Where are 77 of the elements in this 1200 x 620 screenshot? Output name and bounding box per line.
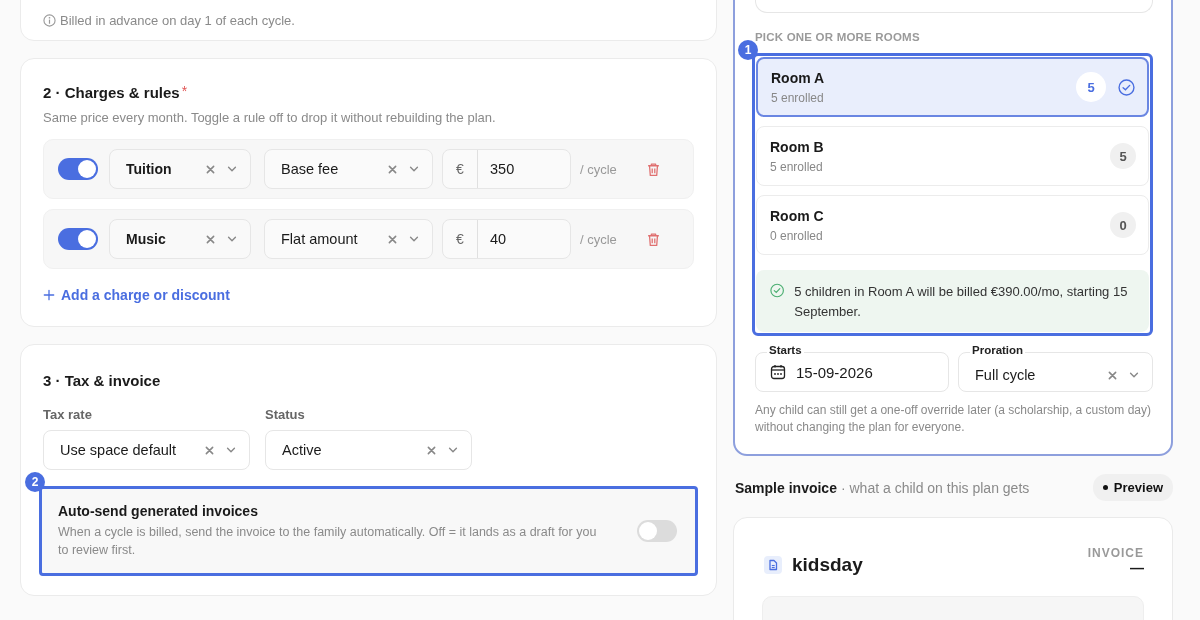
currency-label: € [443,150,478,188]
count-badge: 5 [1110,143,1136,169]
method-select[interactable]: Base fee [264,149,433,189]
date-value: 15-09-2026 [796,363,873,381]
unit-label: / cycle [580,161,617,177]
help-text: Any child can still get a one-off override later (a scholarship, a custom day) without changing the plan for everyone. [755,402,1152,436]
field-label: Tax rate [43,407,93,422]
summary-text: 5 children in Room A will be billed €390.00/mo, starting 15 September. [794,283,1129,321]
charge-select[interactable]: Tuition [109,149,251,189]
enrolled-count: 5 enrolled [770,159,824,174]
field-label: Starts [767,344,804,356]
section-title: Sample invoice [735,479,837,496]
delete-button[interactable] [646,231,661,247]
toggle-switch[interactable] [637,520,677,542]
amount-field[interactable]: € 350 [442,149,571,189]
enrolled-count: 5 enrolled [771,90,825,105]
section-title: 3 · Tax & invoice [43,371,162,391]
dropdown[interactable]: Active [265,430,472,470]
invoice-number: — [1129,560,1144,576]
plus-icon [43,289,55,301]
select-value: Active [282,442,323,458]
count-badge: 5 [1076,72,1106,102]
clear-icon[interactable] [426,444,437,456]
room-name: Room B [770,138,825,155]
toggle-switch[interactable] [58,228,98,250]
clear-icon[interactable] [205,163,216,175]
preview-button[interactable]: Preview [1092,474,1173,501]
check-circle-icon [1118,78,1135,96]
section-description: Same price every month. Toggle a rule off to drop it without rebuilding the plan. [43,110,497,125]
setting-title: Auto-send generated invoices [58,503,259,519]
charge-select[interactable]: Music [109,219,251,259]
select-value: Use space default [60,442,178,458]
room-name: Room A [771,69,826,86]
unit-label: / cycle [580,231,617,247]
section-subtitle: · what a child on this plan gets [840,479,1030,496]
amount-value: 350 [489,160,516,179]
section-title: 2 · Charges & rules [43,83,180,103]
calendar-icon [770,364,786,380]
room-option[interactable]: Room A 5 enrolled 5 [756,57,1149,117]
step-badge: 1 [738,40,758,60]
select-value: Base fee [281,161,340,177]
invoice-label: INVOICE [1087,546,1144,560]
select-value: Flat amount [281,231,359,247]
clear-icon[interactable] [1107,369,1118,381]
field-label: Status [265,407,306,422]
enrolled-count: 0 enrolled [770,228,824,243]
clear-icon[interactable] [387,163,398,175]
clear-icon[interactable] [387,233,398,245]
field-label: Proration [970,344,1026,356]
count-badge: 0 [1110,212,1136,238]
section-label: PICK ONE OR MORE ROOMS [755,31,921,43]
room-option[interactable]: Room B 5 enrolled 5 [756,126,1149,186]
required-mark: * [181,83,188,99]
amount-value: 40 [489,230,508,249]
step-badge: 2 [25,472,45,492]
trash-icon [646,231,661,247]
select-value: Full cycle [975,367,1037,383]
billing-note: Billed in advance on day 1 of each cycle. [60,13,295,28]
dropdown[interactable]: Use space default [43,430,250,470]
select-value: Tuition [126,161,173,177]
method-select[interactable]: Flat amount [264,219,433,259]
toggle-switch[interactable] [58,158,98,180]
clear-icon[interactable] [205,233,216,245]
delete-button[interactable] [646,161,661,177]
add-charge-link[interactable]: Add a charge or discount [43,287,230,303]
document-icon [764,556,782,574]
currency-label: € [443,220,478,258]
info-icon [43,14,56,27]
amount-field[interactable]: € 40 [442,219,571,259]
check-circle-icon [770,282,785,299]
brand-name: kidsday [792,554,863,576]
clear-icon[interactable] [204,444,215,456]
room-option[interactable]: Room C 0 enrolled 0 [756,195,1149,255]
room-name: Room C [770,207,825,224]
setting-description: When a cycle is billed, send the invoice to the family automatically. Off = it lands as a draft for you to review first. [58,524,598,559]
select-value: Music [126,231,167,247]
trash-icon [646,161,661,177]
